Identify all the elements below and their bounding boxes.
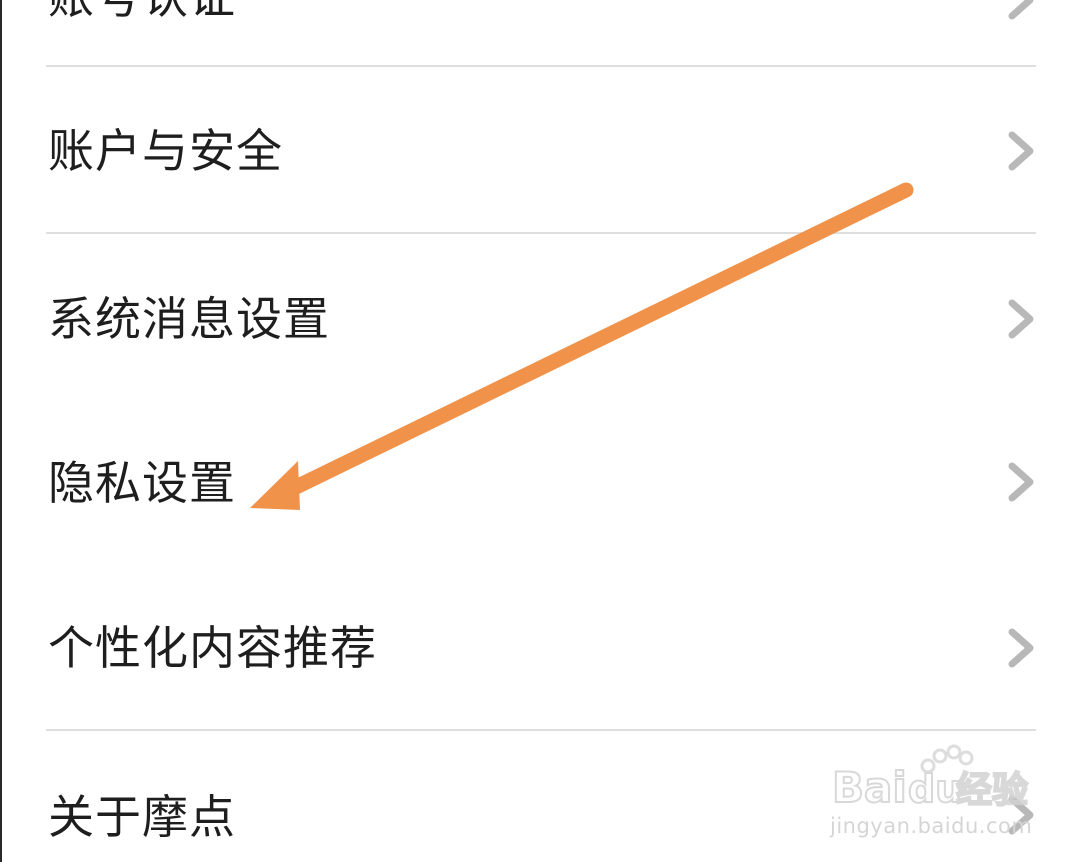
settings-item-label: 隐私设置	[48, 456, 236, 510]
chevron-right-icon	[1004, 129, 1040, 173]
settings-item-account-verify[interactable]: 账号认证	[0, 0, 1080, 66]
chevron-right-icon	[1004, 0, 1040, 22]
settings-item-label: 账号认证	[48, 0, 236, 24]
svg-text:Bai: Bai	[832, 763, 907, 812]
chevron-right-icon	[1004, 297, 1040, 341]
settings-item-label: 个性化内容推荐	[48, 621, 377, 675]
svg-text:经验: 经验	[956, 770, 1028, 811]
settings-item-label: 系统消息设置	[48, 292, 330, 346]
settings-list: 账号认证 账户与安全 系统消息设置 隐私设置 个性化内容推荐 关于摩点	[0, 0, 1080, 862]
watermark-url: jingyan.baidu.com	[830, 814, 1033, 838]
settings-item-system-message[interactable]: 系统消息设置	[0, 234, 1080, 400]
settings-item-label: 账户与安全	[48, 124, 283, 178]
settings-item-privacy[interactable]: 隐私设置	[0, 400, 1080, 566]
settings-item-personalized-recommendation[interactable]: 个性化内容推荐	[0, 566, 1080, 730]
settings-item-label: 关于摩点	[48, 790, 236, 844]
chevron-right-icon	[1004, 460, 1040, 504]
settings-item-account-security[interactable]: 账户与安全	[0, 67, 1080, 233]
svg-text:du: du	[908, 767, 962, 811]
chevron-right-icon	[1004, 626, 1040, 670]
